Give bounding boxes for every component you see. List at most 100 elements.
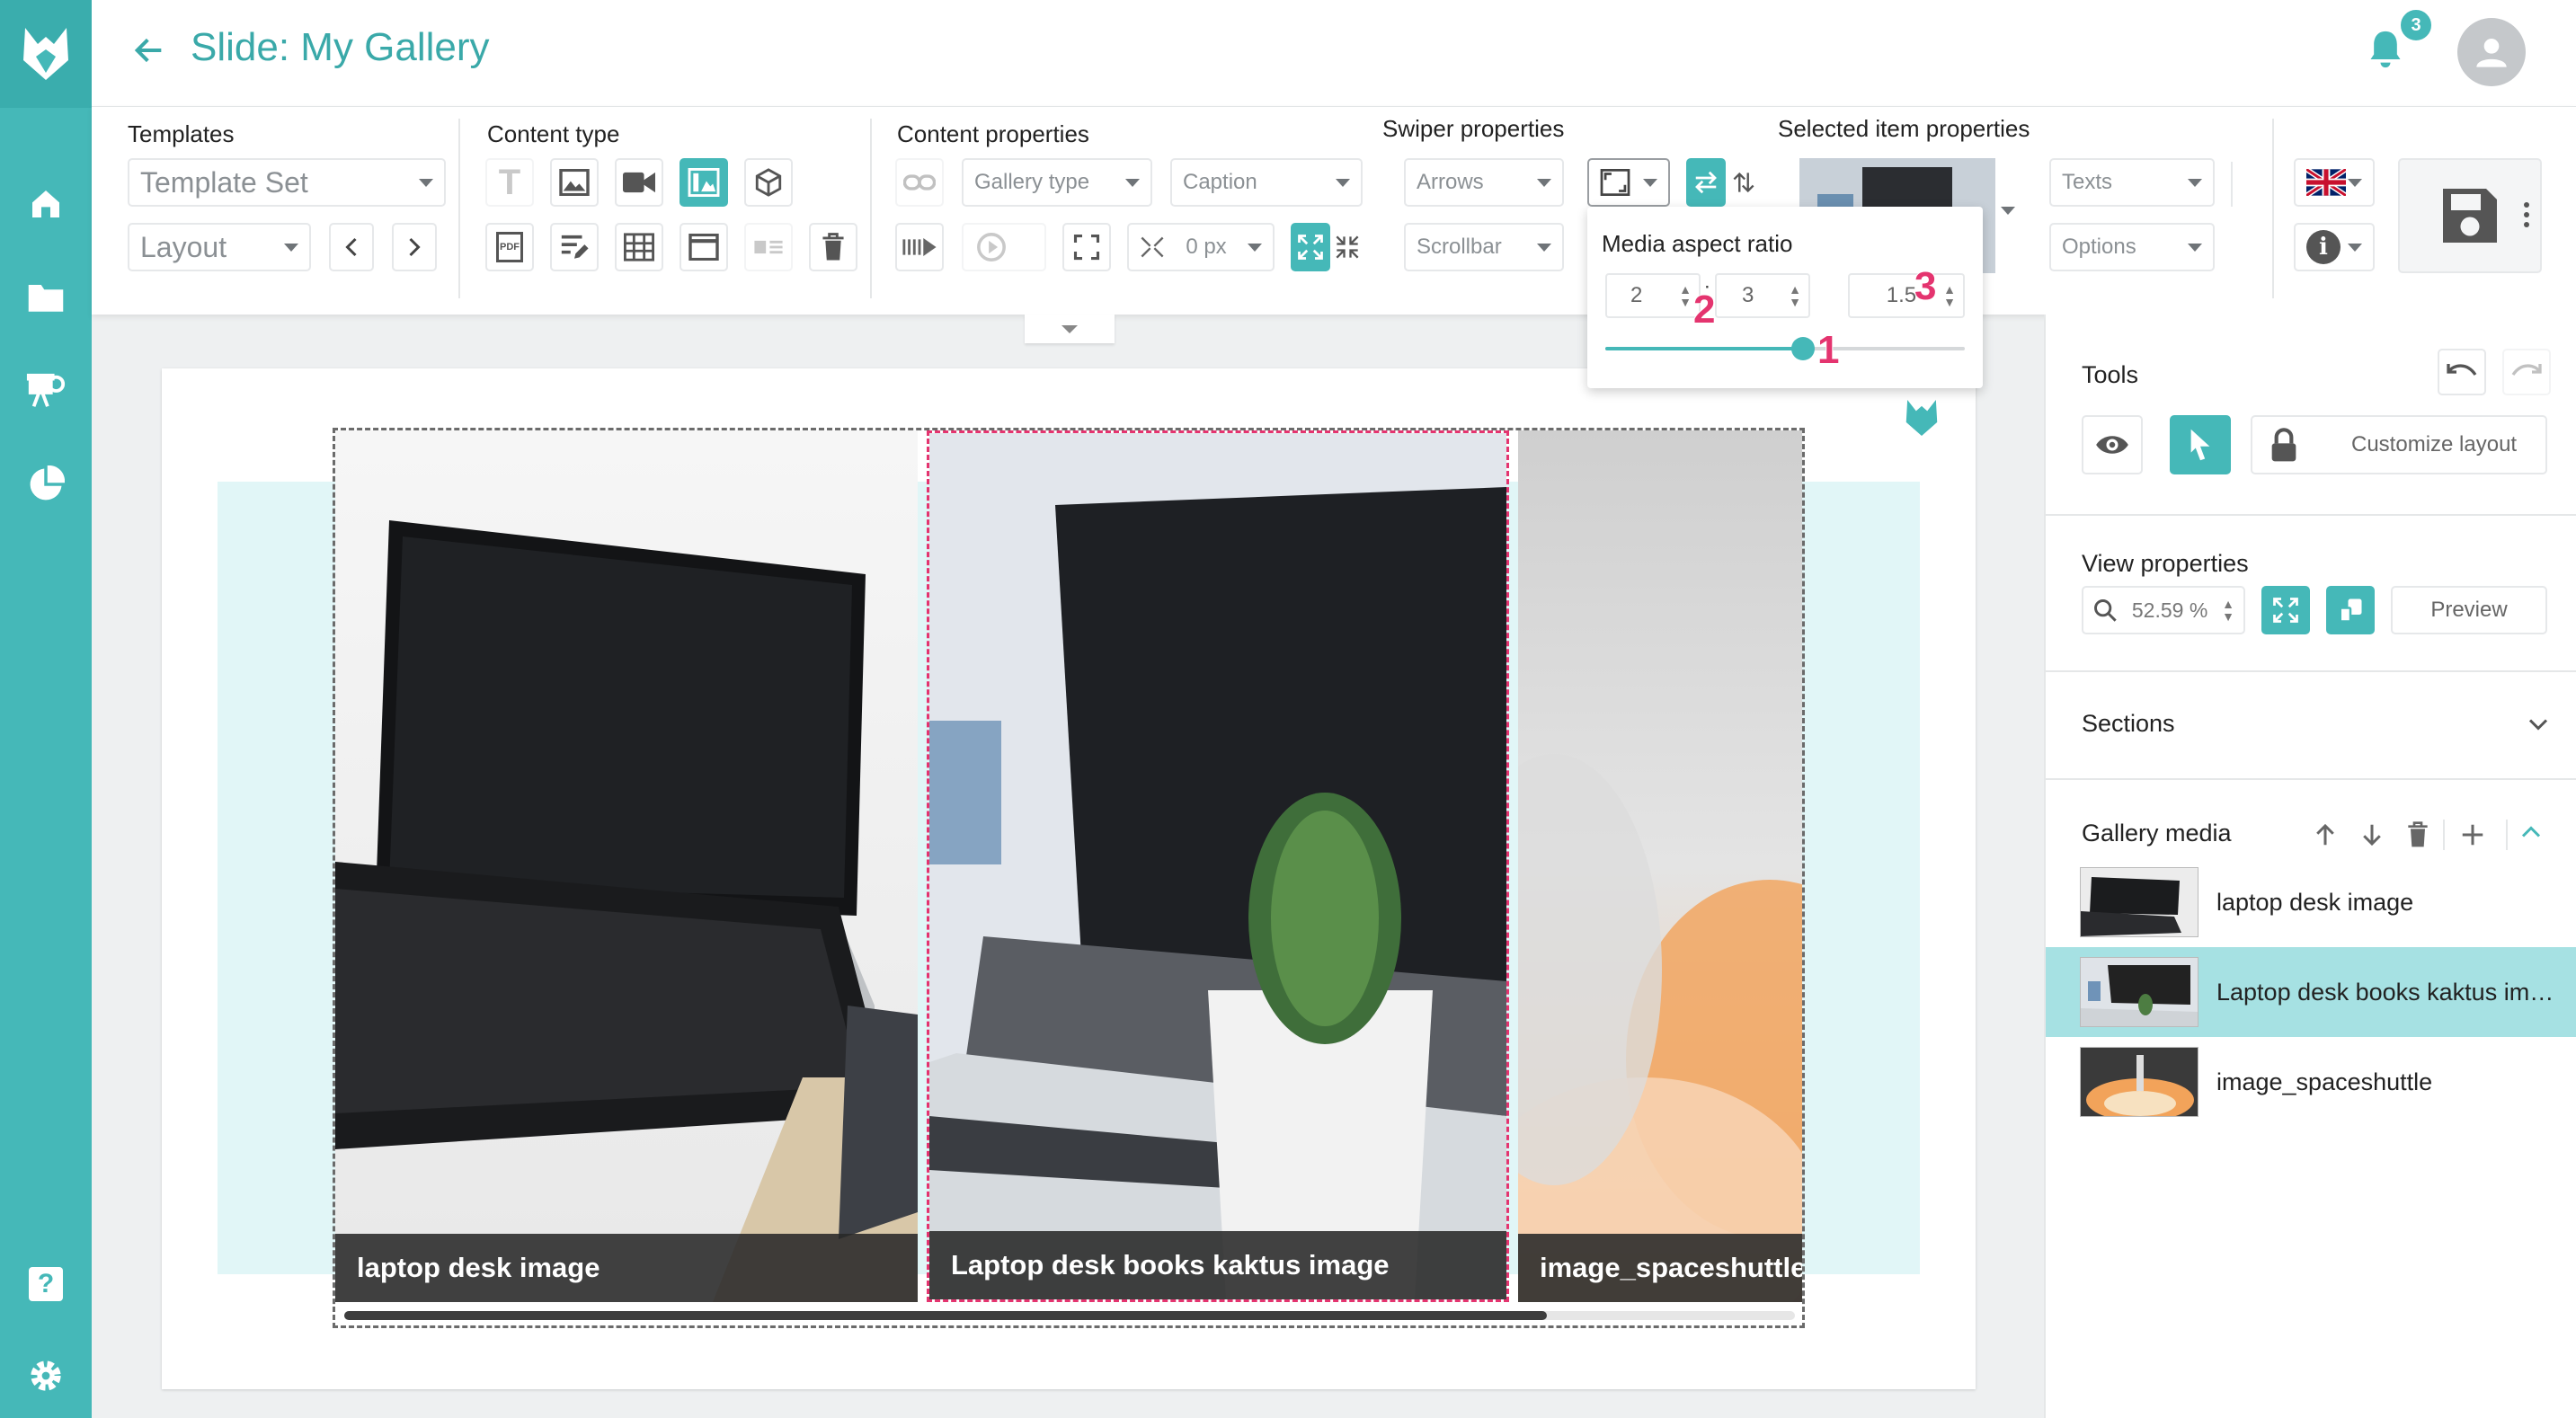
gallery-type-button[interactable] (680, 158, 728, 207)
language-dropdown[interactable] (2294, 158, 2375, 207)
redo-icon (2511, 364, 2542, 377)
delete-content-button[interactable] (809, 223, 857, 271)
gallery-slide[interactable]: image_spaceshuttle (1518, 430, 1802, 1302)
collapse-gallery-media-button[interactable] (2520, 825, 2542, 844)
nav-settings[interactable] (0, 1344, 92, 1407)
redo-button[interactable] (2502, 349, 2551, 395)
search-icon (2094, 599, 2117, 622)
select-tool-button[interactable] (2170, 415, 2231, 474)
media-list-item[interactable]: image_spaceshuttle (2046, 1037, 2576, 1127)
aspect-ratio-dropdown[interactable] (1587, 158, 1670, 207)
caption-value: Caption (1183, 170, 1257, 194)
selected-item-image-dropdown[interactable] (2001, 207, 2015, 215)
callout-badge-3: 3 (1914, 263, 1938, 309)
card-type-button[interactable] (744, 223, 793, 271)
chevron-down-icon (419, 178, 433, 187)
nav-presentations[interactable] (0, 359, 92, 422)
autoplay-icon (902, 238, 937, 256)
tools-label: Tools (2082, 361, 2139, 388)
move-up-button[interactable] (2312, 821, 2339, 853)
table-type-button[interactable] (615, 223, 663, 271)
add-media-button[interactable] (2459, 821, 2486, 853)
divider (2046, 514, 2576, 516)
aspect-ratio-slider[interactable] (1605, 337, 1965, 360)
ratio-height-input[interactable]: 3 ▲ ▼ (1715, 273, 1810, 318)
cube-icon (755, 168, 782, 197)
arrows-dropdown[interactable]: Arrows (1404, 158, 1564, 207)
customize-layout-button[interactable]: Customize layout (2251, 415, 2547, 474)
nav-folders[interactable] (0, 266, 92, 329)
gallery-slide[interactable]: laptop desk image (335, 430, 918, 1302)
slider-handle[interactable] (1791, 337, 1815, 360)
fullscreen-button[interactable] (1062, 223, 1111, 271)
image-icon (559, 169, 590, 196)
video-type-button[interactable] (615, 158, 663, 207)
view-properties-label: View properties (2082, 550, 2249, 577)
previous-layout-button[interactable] (329, 223, 374, 271)
link-button[interactable] (895, 158, 944, 207)
ratio-width-input[interactable]: 2 ▲ ▼ (1605, 273, 1701, 318)
frame-type-button[interactable] (680, 223, 728, 271)
laptop-kaktus-thumbnail-image (2081, 958, 2198, 1026)
save-button[interactable] (2398, 158, 2542, 273)
nav-home[interactable] (0, 173, 92, 235)
gallery-slide-selected[interactable]: Laptop desk books kaktus image (927, 430, 1509, 1302)
preview-visibility-button[interactable] (2082, 415, 2143, 474)
laptop-desk-books-kaktus-image (929, 433, 1506, 1299)
texts-dropdown[interactable]: Texts (2049, 158, 2215, 207)
trash-icon (822, 233, 844, 261)
move-down-button[interactable] (2358, 821, 2385, 853)
gallery-scrollbar[interactable] (344, 1311, 1795, 1320)
toolbar-collapse-tab[interactable] (1025, 315, 1115, 343)
fit-to-screen-button[interactable] (2261, 586, 2310, 634)
stepper-icon: ▲ ▼ (1679, 282, 1692, 309)
image-type-button[interactable] (550, 158, 599, 207)
notification-count-badge: 3 (2398, 7, 2434, 43)
user-icon (2476, 39, 2507, 67)
vertical-direction-button[interactable] (1726, 158, 1762, 207)
zoom-input[interactable]: 52.59 % ▲ ▼ (2082, 586, 2245, 634)
info-dropdown[interactable]: i (2294, 223, 2375, 271)
play-speed-dropdown[interactable] (962, 223, 1046, 271)
arrow-up-icon (2316, 823, 2334, 846)
more-options-button[interactable] (2524, 201, 2529, 228)
autoplay-button[interactable] (895, 223, 944, 271)
layout-dropdown[interactable]: Layout (128, 223, 311, 271)
pdf-type-button[interactable]: PDF (485, 223, 534, 271)
preview-button[interactable]: Preview (2391, 586, 2547, 634)
user-avatar[interactable] (2457, 18, 2526, 86)
scrollbar-dropdown[interactable]: Scrollbar (1404, 223, 1564, 271)
options-value: Options (2062, 235, 2136, 259)
3d-object-type-button[interactable] (744, 158, 793, 207)
back-button[interactable] (129, 32, 169, 73)
media-list-item-selected[interactable]: Laptop desk books kaktus im… (2046, 947, 2576, 1037)
template-set-dropdown[interactable]: Template Set (128, 158, 446, 207)
chevron-down-icon (1643, 178, 1657, 187)
chevron-down-icon (2188, 243, 2202, 252)
nav-analytics[interactable] (0, 453, 92, 516)
undo-button[interactable] (2438, 349, 2486, 395)
trash-icon (2408, 821, 2428, 847)
options-dropdown[interactable]: Options (2049, 223, 2215, 271)
scrollbar-thumb[interactable] (344, 1311, 1547, 1320)
media-list-item[interactable]: laptop desk image (2046, 857, 2576, 947)
gallery-type-dropdown[interactable]: Gallery type (962, 158, 1152, 207)
chevron-down-icon (284, 243, 298, 252)
text-type-button[interactable]: T (485, 158, 534, 207)
notifications-button[interactable] (2366, 27, 2405, 76)
app-logo[interactable] (0, 0, 92, 108)
ratio-decimal-input[interactable]: 1.5 ▲ ▼ (1848, 273, 1965, 318)
expand-button[interactable] (1291, 223, 1330, 271)
collapse-button[interactable] (1330, 223, 1364, 271)
form-type-button[interactable] (550, 223, 599, 271)
caption-dropdown[interactable]: Caption (1170, 158, 1363, 207)
gallery-swiper[interactable]: laptop desk image Laptop desk books kakt… (333, 428, 1805, 1328)
spacing-dropdown[interactable]: 0 px (1127, 223, 1275, 271)
next-layout-button[interactable] (392, 223, 437, 271)
sections-accordion[interactable]: Sections (2046, 683, 2576, 766)
nav-help[interactable]: ? (0, 1253, 92, 1316)
home-icon (32, 191, 59, 217)
device-view-button[interactable] (2326, 586, 2375, 634)
delete-media-button[interactable] (2407, 821, 2429, 853)
horizontal-direction-button[interactable] (1686, 158, 1726, 207)
